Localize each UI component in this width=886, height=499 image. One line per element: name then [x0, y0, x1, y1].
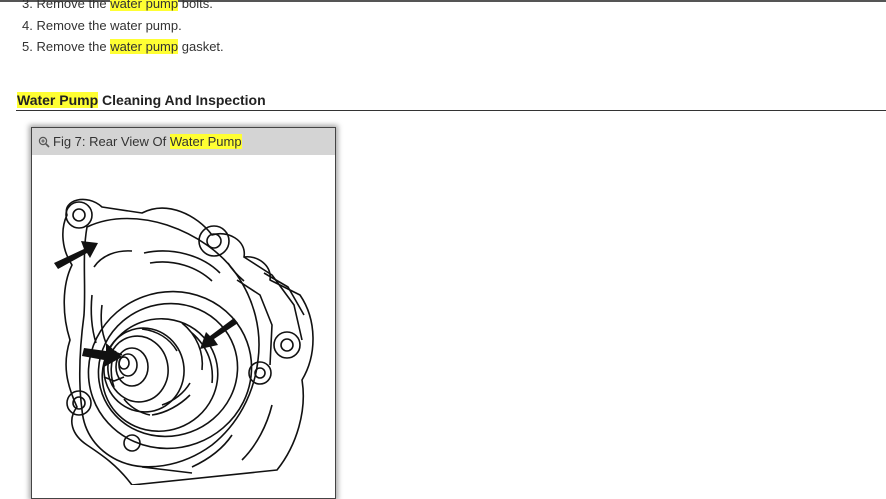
figure-caption-bar[interactable]: Fig 7: Rear View Of Water Pump	[32, 128, 335, 155]
figure-7: Fig 7: Rear View Of Water Pump	[31, 127, 336, 499]
zoom-in-icon[interactable]	[38, 136, 50, 148]
figure-caption-text: Fig 7: Rear View Of	[53, 134, 167, 149]
search-highlight: water pump	[110, 39, 179, 54]
section-heading: Water Pump Cleaning And Inspection	[17, 92, 266, 108]
search-highlight: Water Pump	[169, 134, 242, 149]
search-highlight: water pump	[110, 0, 179, 11]
search-highlight: Water Pump	[17, 92, 99, 108]
step-5: 5. Remove the water pump gasket.	[22, 39, 224, 54]
water-pump-diagram	[54, 198, 314, 485]
step-4: 4. Remove the water pump.	[22, 18, 182, 33]
section-divider	[16, 110, 886, 111]
step-3: 3. Remove the water pump bolts.	[22, 0, 213, 12]
